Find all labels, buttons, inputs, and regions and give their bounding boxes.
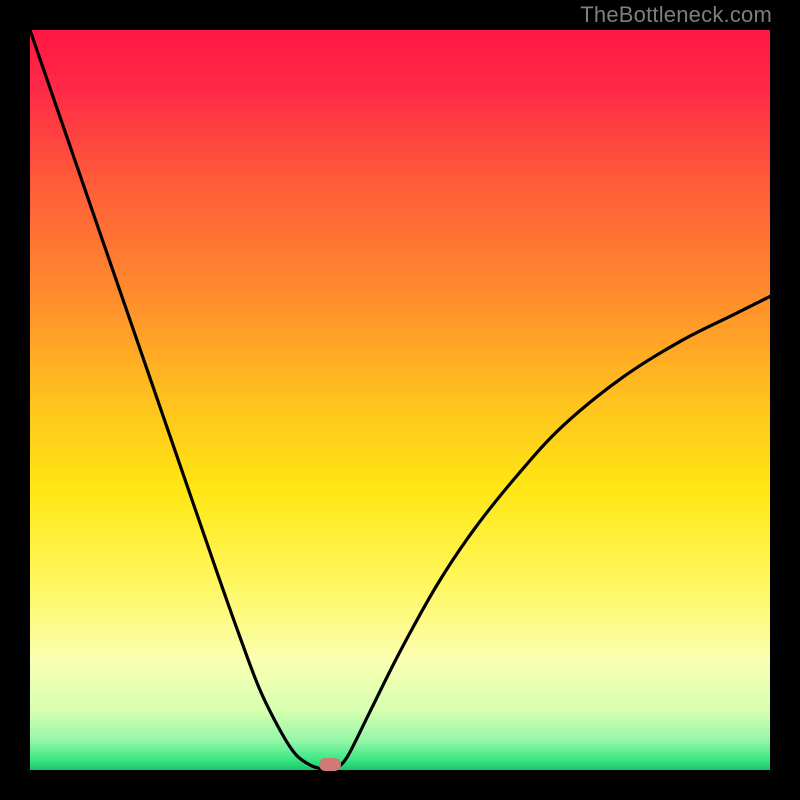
optimum-marker [319, 758, 341, 771]
bottleneck-curve [30, 30, 770, 769]
chart-curve-layer [30, 30, 770, 770]
chart-frame [30, 30, 770, 770]
watermark-text: TheBottleneck.com [580, 2, 772, 28]
